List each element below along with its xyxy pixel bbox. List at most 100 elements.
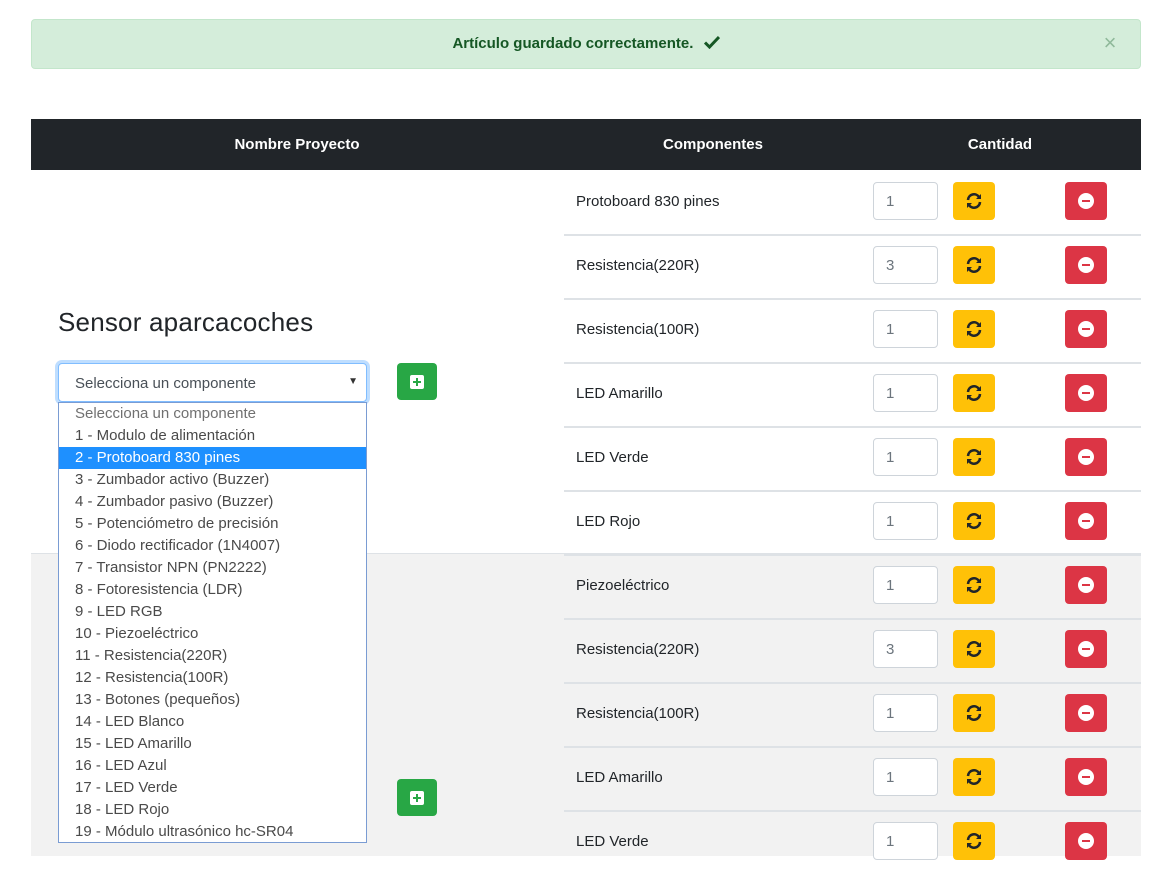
delete-component-button[interactable] (1065, 502, 1107, 540)
table-row: LED Amarillo 1 (564, 746, 1141, 810)
dropdown-option[interactable]: 16 - LED Azul (59, 755, 366, 777)
minus-circle-icon (1078, 321, 1094, 337)
dropdown-option[interactable]: 6 - Diodo rectificador (1N4007) (59, 535, 366, 557)
update-quantity-button[interactable] (953, 182, 995, 220)
quantity-input[interactable]: 1 (873, 694, 938, 732)
delete-component-button[interactable] (1065, 630, 1107, 668)
table-row: Resistencia(100R) 1 (564, 682, 1141, 746)
update-quantity-button[interactable] (953, 438, 995, 476)
component-select-value: Selecciona un componente (75, 375, 256, 392)
minus-circle-icon (1078, 769, 1094, 785)
close-icon[interactable]: × (1102, 32, 1118, 54)
table-row: LED Rojo 1 (564, 490, 1141, 554)
dropdown-option[interactable]: 7 - Transistor NPN (PN2222) (59, 557, 366, 579)
dropdown-option[interactable]: 2 - Protoboard 830 pines (59, 447, 366, 469)
dropdown-option[interactable]: Selecciona un componente (59, 403, 366, 425)
component-name: Resistencia(220R) (576, 257, 700, 274)
quantity-input[interactable]: 1 (873, 822, 938, 860)
update-quantity-button[interactable] (953, 694, 995, 732)
quantity-input[interactable]: 1 (873, 566, 938, 604)
delete-component-button[interactable] (1065, 566, 1107, 604)
sync-icon (966, 577, 982, 593)
quantity-input[interactable]: 1 (873, 310, 938, 348)
alert-message-line: Artículo guardado correctamente. (32, 35, 1140, 52)
minus-circle-icon (1078, 513, 1094, 529)
dropdown-option[interactable]: 14 - LED Blanco (59, 711, 366, 733)
dropdown-option[interactable]: 4 - Zumbador pasivo (Buzzer) (59, 491, 366, 513)
delete-component-button[interactable] (1065, 822, 1107, 860)
plus-square-icon (410, 375, 424, 389)
delete-component-button[interactable] (1065, 758, 1107, 796)
sync-icon (966, 641, 982, 657)
update-quantity-button[interactable] (953, 758, 995, 796)
dropdown-option[interactable]: 3 - Zumbador activo (Buzzer) (59, 469, 366, 491)
dropdown-option[interactable]: 18 - LED Rojo (59, 799, 366, 821)
dropdown-option[interactable]: 19 - Módulo ultrasónico hc-SR04 (59, 821, 366, 842)
add-component-button[interactable] (397, 363, 437, 400)
dropdown-option[interactable]: 17 - LED Verde (59, 777, 366, 799)
table-row: Protoboard 830 pines 1 (564, 170, 1141, 234)
delete-component-button[interactable] (1065, 694, 1107, 732)
quantity-input[interactable]: 1 (873, 182, 938, 220)
component-name: Resistencia(100R) (576, 321, 700, 338)
minus-circle-icon (1078, 577, 1094, 593)
sync-icon (966, 449, 982, 465)
quantity-input[interactable]: 1 (873, 438, 938, 476)
minus-circle-icon (1078, 449, 1094, 465)
minus-circle-icon (1078, 833, 1094, 849)
quantity-input[interactable]: 1 (873, 502, 938, 540)
sync-icon (966, 193, 982, 209)
dropdown-option[interactable]: 5 - Potenciómetro de precisión (59, 513, 366, 535)
dropdown-option[interactable]: 13 - Botones (pequeños) (59, 689, 366, 711)
component-select[interactable]: Selecciona un componente ▼ (58, 363, 367, 402)
quantity-input[interactable]: 3 (873, 246, 938, 284)
delete-component-button[interactable] (1065, 310, 1107, 348)
check-icon (703, 35, 720, 49)
delete-component-button[interactable] (1065, 438, 1107, 476)
update-quantity-button[interactable] (953, 310, 995, 348)
dropdown-option[interactable]: 12 - Resistencia(100R) (59, 667, 366, 689)
dropdown-option[interactable]: 1 - Modulo de alimentación (59, 425, 366, 447)
update-quantity-button[interactable] (953, 822, 995, 860)
table-row: LED Verde 1 (564, 426, 1141, 490)
header-components: Componentes (662, 136, 763, 153)
delete-component-button[interactable] (1065, 374, 1107, 412)
dropdown-option[interactable]: 8 - Fotoresistencia (LDR) (59, 579, 366, 601)
plus-square-icon (410, 791, 424, 805)
component-name: Protoboard 830 pines (576, 193, 720, 210)
sync-icon (966, 705, 982, 721)
sync-icon (966, 769, 982, 785)
quantity-input[interactable]: 3 (873, 630, 938, 668)
row-divider (564, 810, 1141, 812)
update-quantity-button[interactable] (953, 630, 995, 668)
component-name: Resistencia(100R) (576, 705, 700, 722)
row-divider (564, 362, 1141, 364)
table-row: LED Amarillo 1 (564, 362, 1141, 426)
component-name: LED Rojo (576, 513, 641, 530)
component-name: LED Amarillo (576, 385, 663, 402)
dropdown-option[interactable]: 9 - LED RGB (59, 601, 366, 623)
row-divider (564, 426, 1141, 428)
delete-component-button[interactable] (1065, 246, 1107, 284)
table-row: LED Verde 1 (564, 810, 1141, 874)
alert-message: Artículo guardado correctamente. (452, 35, 694, 52)
component-name: Piezoeléctrico (576, 577, 670, 594)
update-quantity-button[interactable] (953, 246, 995, 284)
component-name: LED Amarillo (576, 769, 663, 786)
update-quantity-button[interactable] (953, 374, 995, 412)
component-name: Resistencia(220R) (576, 641, 700, 658)
quantity-input[interactable]: 1 (873, 374, 938, 412)
header-project-name: Nombre Proyecto (234, 136, 360, 153)
quantity-input[interactable]: 1 (873, 758, 938, 796)
dropdown-option[interactable]: 11 - Resistencia(220R) (59, 645, 366, 667)
minus-circle-icon (1078, 257, 1094, 273)
dropdown-option[interactable]: 15 - LED Amarillo (59, 733, 366, 755)
component-name: LED Verde (576, 449, 649, 466)
update-quantity-button[interactable] (953, 566, 995, 604)
update-quantity-button[interactable] (953, 502, 995, 540)
dropdown-option[interactable]: 10 - Piezoeléctrico (59, 623, 366, 645)
sync-icon (966, 833, 982, 849)
add-component-button[interactable] (397, 779, 437, 816)
delete-component-button[interactable] (1065, 182, 1107, 220)
chevron-down-icon: ▼ (348, 376, 358, 387)
